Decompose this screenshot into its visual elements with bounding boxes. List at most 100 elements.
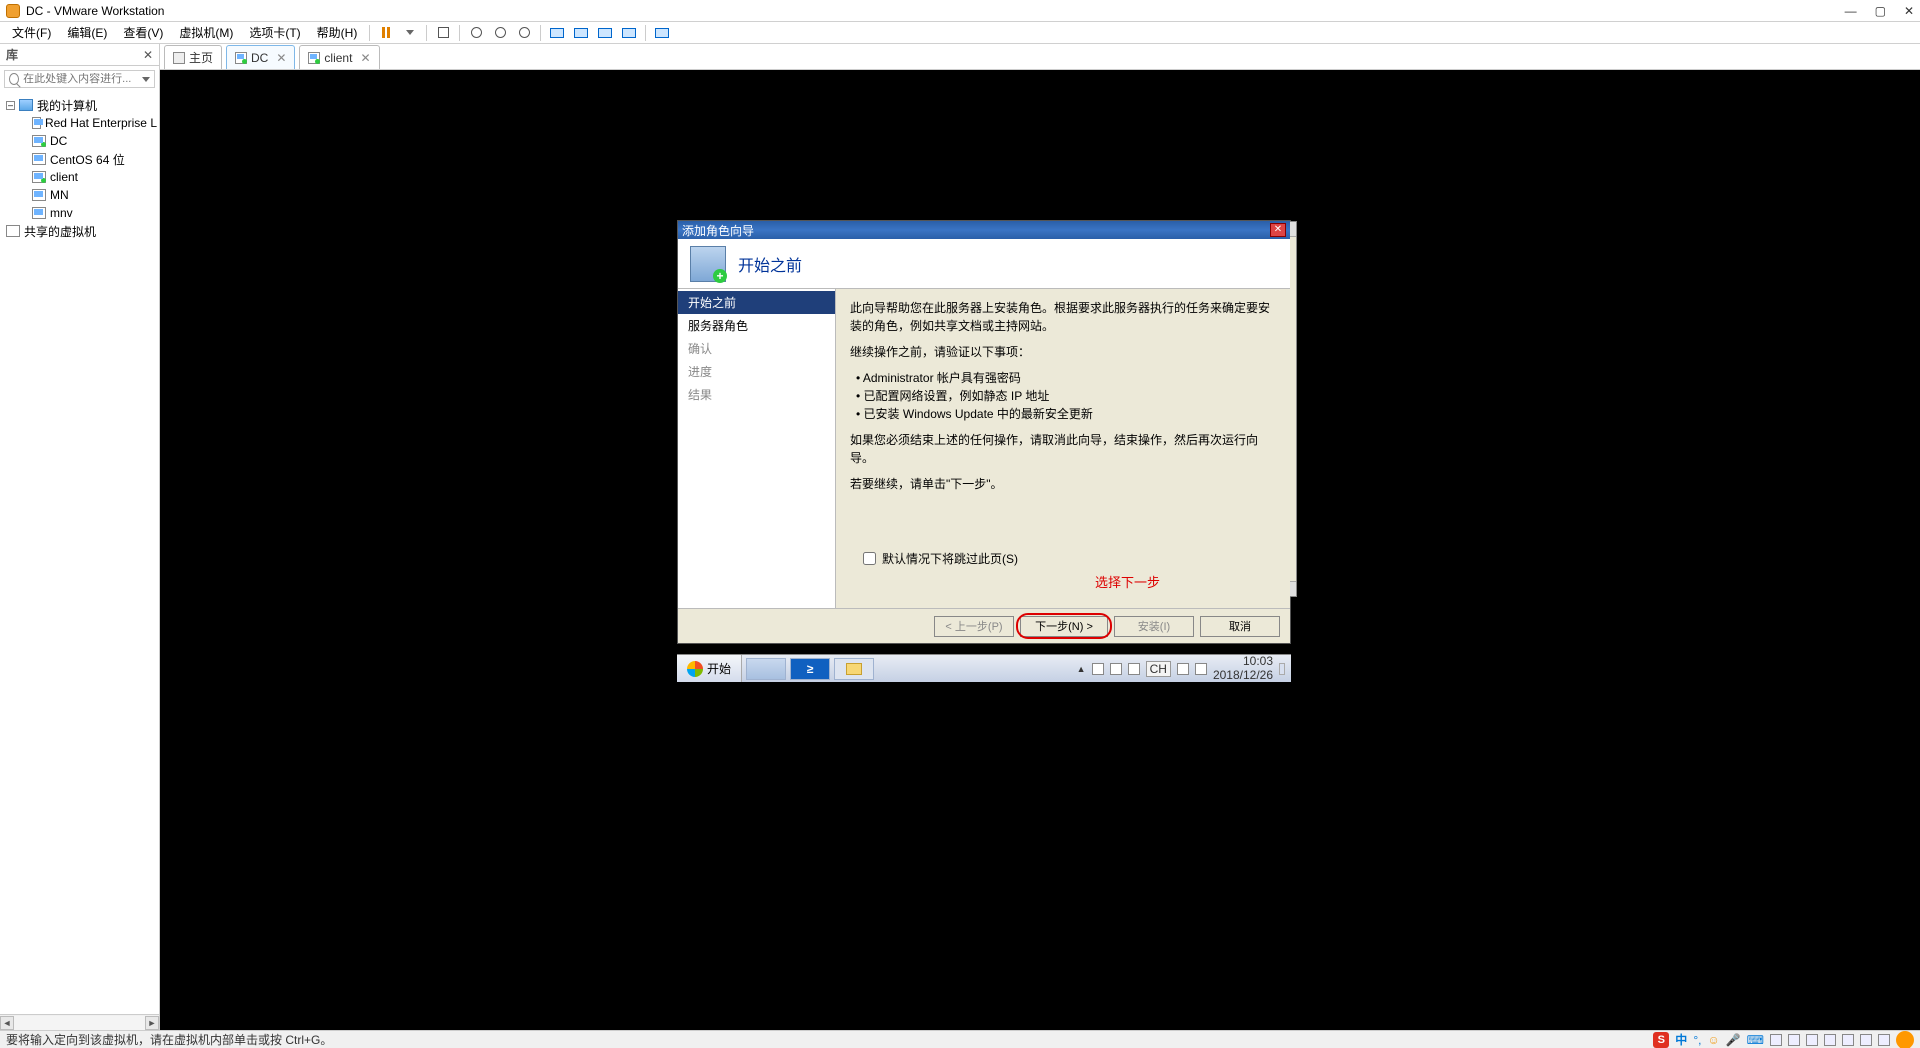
wizard-bullet: 已配置网络设置，例如静态 IP 地址: [856, 387, 1276, 405]
taskbar-explorer-button[interactable]: [834, 658, 874, 680]
sogou-ime-icon[interactable]: S: [1653, 1032, 1669, 1048]
tray-keyboard-icon[interactable]: [1177, 663, 1189, 675]
vm-icon: [32, 207, 46, 219]
wizard-nav-confirm: 确认: [678, 337, 835, 360]
wizard-titlebar[interactable]: 添加角色向导 ✕: [678, 221, 1290, 239]
wizard-continue-text: 若要继续，请单击"下一步"。: [850, 475, 1276, 493]
toolbar-fullscreen-button[interactable]: [619, 24, 639, 42]
sidebar-horizontal-scrollbar[interactable]: ◄ ►: [0, 1014, 159, 1030]
vm-console[interactable]: 添加角色向导 ✕ 开始之前 开始之前 服务器角色 确认 进度 结果: [160, 70, 1920, 1030]
toolbar-clock-button[interactable]: [514, 24, 534, 42]
sidebar-title: 库: [6, 46, 143, 63]
tray-show-hidden-icon[interactable]: ▲: [1077, 664, 1086, 674]
toolbar-layout2-button[interactable]: [571, 24, 591, 42]
search-input[interactable]: [23, 73, 138, 85]
tray-show-desktop-button[interactable]: [1279, 663, 1285, 675]
wizard-nav-server-roles[interactable]: 服务器角色: [678, 314, 835, 337]
taskbar-powershell-button[interactable]: ≥: [790, 658, 830, 680]
statusbar-message: 要将输入定向到该虚拟机，请在虚拟机内部单击或按 Ctrl+G。: [6, 1031, 332, 1048]
wizard-verify-text: 继续操作之前，请验证以下事项：: [850, 343, 1276, 361]
skip-page-checkbox[interactable]: [863, 552, 876, 565]
scroll-right-arrow[interactable]: ►: [145, 1016, 159, 1030]
wizard-nav-before-you-begin[interactable]: 开始之前: [678, 291, 835, 314]
ime-punct-icon[interactable]: °,: [1693, 1033, 1701, 1047]
status-cdrom-icon[interactable]: [1788, 1034, 1800, 1046]
ime-keyboard-icon[interactable]: ⌨: [1747, 1033, 1764, 1047]
computer-icon: [19, 99, 33, 111]
toolbar-manage-snapshots-button[interactable]: [490, 24, 510, 42]
add-roles-wizard-dialog: 添加角色向导 ✕ 开始之前 开始之前 服务器角色 确认 进度 结果: [677, 220, 1291, 644]
tray-network-icon[interactable]: [1110, 663, 1122, 675]
menu-edit[interactable]: 编辑(E): [59, 22, 115, 43]
host-window-title: DC - VMware Workstation: [26, 4, 1845, 18]
menu-vm[interactable]: 虚拟机(M): [171, 22, 241, 43]
tree-item-dc[interactable]: DC: [2, 132, 157, 150]
server-role-icon: [690, 246, 726, 282]
status-usb-icon[interactable]: [1824, 1034, 1836, 1046]
tray-help-icon[interactable]: [1195, 663, 1207, 675]
window-close-button[interactable]: ✕: [1904, 4, 1914, 18]
tree-item-client[interactable]: client: [2, 168, 157, 186]
tree-item-redhat[interactable]: Red Hat Enterprise L: [2, 114, 157, 132]
tree-label: client: [50, 170, 78, 184]
sidebar-close-button[interactable]: ✕: [143, 48, 153, 62]
wizard-nav-result: 结果: [678, 383, 835, 406]
menu-help[interactable]: 帮助(H): [309, 22, 366, 43]
tab-close-button[interactable]: ✕: [276, 51, 286, 65]
tray-sound-icon[interactable]: [1128, 663, 1140, 675]
collapse-icon[interactable]: –: [6, 101, 15, 110]
tree-label: 共享的虚拟机: [24, 223, 96, 240]
tree-root-my-computer[interactable]: – 我的计算机: [2, 96, 157, 114]
toolbar-power-dropdown[interactable]: [400, 24, 420, 42]
wizard-next-button[interactable]: 下一步(N) >: [1020, 616, 1108, 637]
vmware-app-icon: [6, 4, 20, 18]
tree-item-mn[interactable]: MN: [2, 186, 157, 204]
toolbar-layout3-button[interactable]: [595, 24, 615, 42]
vm-running-icon: [235, 52, 247, 64]
wizard-vertical-scrollbar[interactable]: [1290, 221, 1297, 597]
tree-shared-vms[interactable]: 共享的虚拟机: [2, 222, 157, 240]
toolbar-snapshot-button[interactable]: [433, 24, 453, 42]
vm-running-icon: [32, 135, 46, 147]
tab-label: client: [324, 51, 352, 65]
wizard-footer: < 上一步(P) 下一步(N) > 安装(I) 取消: [678, 609, 1290, 643]
search-dropdown-icon[interactable]: [142, 77, 150, 82]
taskbar-server-manager-button[interactable]: [746, 658, 786, 680]
start-button[interactable]: 开始: [677, 655, 742, 682]
skip-page-label: 默认情况下将跳过此页(S): [882, 550, 1018, 567]
tree-item-centos[interactable]: CentOS 64 位: [2, 150, 157, 168]
toolbar-layout1-button[interactable]: [547, 24, 567, 42]
tree-item-mnv[interactable]: mnv: [2, 204, 157, 222]
tab-label: DC: [251, 51, 268, 65]
menu-tabs[interactable]: 选项卡(T): [241, 22, 308, 43]
sidebar-search[interactable]: [4, 70, 155, 88]
wizard-title: 添加角色向导: [682, 222, 1270, 239]
tray-flag-icon[interactable]: [1092, 663, 1104, 675]
status-printer-icon[interactable]: [1860, 1034, 1872, 1046]
ime-mic-icon[interactable]: 🎤: [1726, 1033, 1741, 1047]
home-icon: [173, 52, 185, 64]
wizard-close-button[interactable]: ✕: [1270, 223, 1286, 237]
tray-clock[interactable]: 10:03 2018/12/26: [1213, 655, 1273, 681]
status-sound-icon[interactable]: [1842, 1034, 1854, 1046]
scroll-left-arrow[interactable]: ◄: [0, 1016, 14, 1030]
toolbar-unity-button[interactable]: [652, 24, 672, 42]
ime-emoji-icon[interactable]: ☺: [1707, 1033, 1719, 1047]
tab-close-button[interactable]: ✕: [360, 51, 370, 65]
window-minimize-button[interactable]: —: [1845, 4, 1857, 18]
tray-ime-indicator[interactable]: CH: [1146, 661, 1171, 677]
status-display-icon[interactable]: [1878, 1034, 1890, 1046]
menu-file[interactable]: 文件(F): [4, 22, 59, 43]
tab-client[interactable]: client ✕: [299, 45, 379, 69]
status-network-icon[interactable]: [1806, 1034, 1818, 1046]
wizard-intro-text: 此向导帮助您在此服务器上安装角色。根据要求此服务器执行的任务来确定要安装的角色，…: [850, 299, 1276, 335]
status-disk-icon[interactable]: [1770, 1034, 1782, 1046]
wizard-cancel-button[interactable]: 取消: [1200, 616, 1280, 637]
tab-home[interactable]: 主页: [164, 45, 222, 69]
toolbar-revert-button[interactable]: [466, 24, 486, 42]
tab-dc[interactable]: DC ✕: [226, 45, 295, 69]
toolbar-pause-button[interactable]: [376, 24, 396, 42]
menu-view[interactable]: 查看(V): [115, 22, 171, 43]
ime-chinese-indicator[interactable]: 中: [1675, 1031, 1687, 1048]
window-maximize-button[interactable]: ▢: [1875, 4, 1886, 18]
